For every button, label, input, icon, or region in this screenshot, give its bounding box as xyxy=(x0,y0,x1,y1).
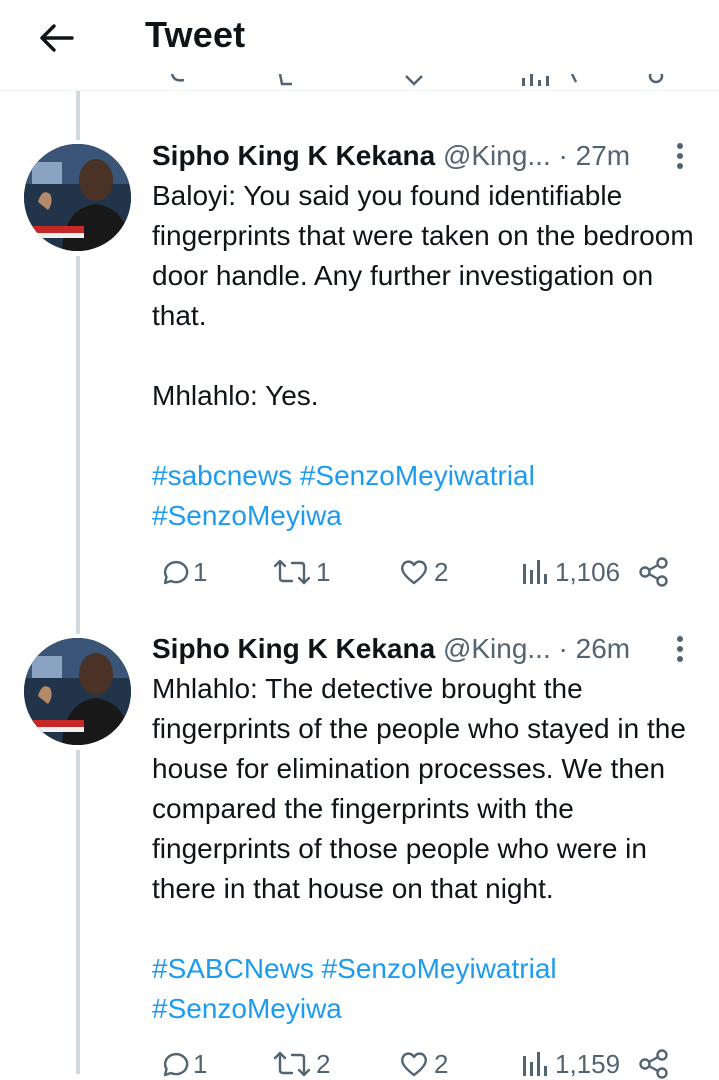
thread-line xyxy=(76,90,80,140)
thread-line xyxy=(76,256,80,634)
hashtag-line[interactable]: #SenzoMeyiwa xyxy=(152,500,342,531)
views-icon xyxy=(523,560,547,584)
author-handle[interactable]: @King... xyxy=(443,633,551,664)
more-options-button[interactable] xyxy=(668,632,692,666)
share-button[interactable] xyxy=(638,556,670,588)
tweet-paragraph: Mhlahlo: Yes. xyxy=(152,380,319,411)
hashtag-line[interactable]: #sabcnews #SenzoMeyiwatrial xyxy=(152,460,535,491)
views-count: 1,159 xyxy=(555,1048,621,1079)
tweet-text: Baloyi: You said you found identifiable … xyxy=(152,176,712,536)
views-count: 1,106 xyxy=(555,556,621,587)
tweet-paragraph: Mhlahlo: The detective brought the finge… xyxy=(152,673,686,904)
views-icon xyxy=(523,1052,547,1076)
retweet-count: 2 xyxy=(316,1048,331,1079)
author-name[interactable]: Sipho King K Kekana xyxy=(152,140,435,171)
like-button[interactable]: 2 xyxy=(398,556,448,588)
views-button[interactable]: 1,159 xyxy=(521,1048,620,1080)
avatar[interactable] xyxy=(24,144,131,251)
tweet-paragraph: Baloyi: You said you found identifiable … xyxy=(152,180,694,331)
hashtag-line[interactable]: #SenzoMeyiwa xyxy=(152,993,342,1024)
like-button[interactable]: 2 xyxy=(398,1048,448,1080)
share-icon xyxy=(639,1049,668,1079)
more-options-button[interactable] xyxy=(668,139,692,173)
previous-actions-fragment-icon xyxy=(170,74,664,86)
avatar-image xyxy=(24,144,131,251)
tweet-header: Sipho King K Kekana @King... · 27m xyxy=(152,139,630,173)
reply-count: 1 xyxy=(193,1048,208,1079)
reply-icon xyxy=(163,1052,189,1077)
tweet-text: Mhlahlo: The detective brought the finge… xyxy=(152,669,712,1029)
like-icon xyxy=(400,560,428,585)
avatar-image xyxy=(24,638,131,745)
like-icon xyxy=(400,1052,428,1077)
avatar[interactable] xyxy=(24,638,131,745)
hashtags: #sabcnews #SenzoMeyiwatrial #SenzoMeyiwa xyxy=(152,456,712,536)
previous-tweet-actions-peek xyxy=(160,74,680,90)
retweet-icon xyxy=(273,1051,311,1077)
retweet-icon xyxy=(273,559,311,585)
thread-line xyxy=(76,750,80,1074)
more-vertical-icon xyxy=(677,143,683,169)
share-button[interactable] xyxy=(638,1048,670,1080)
hashtag-line[interactable]: #SABCNews #SenzoMeyiwatrial xyxy=(152,953,557,984)
reply-button[interactable]: 1 xyxy=(157,1048,207,1080)
arrow-left-icon xyxy=(40,24,74,52)
page-title: Tweet xyxy=(145,14,246,55)
author-name[interactable]: Sipho King K Kekana xyxy=(152,633,435,664)
retweet-button[interactable]: 1 xyxy=(272,556,330,588)
more-vertical-icon xyxy=(677,636,683,662)
reply-count: 1 xyxy=(193,556,208,587)
tweet-header: Sipho King K Kekana @King... · 26m xyxy=(152,632,630,666)
tweet-time[interactable]: · 26m xyxy=(559,633,631,664)
views-button[interactable]: 1,106 xyxy=(521,556,620,588)
like-count: 2 xyxy=(434,556,449,587)
back-button[interactable] xyxy=(34,18,78,58)
retweet-button[interactable]: 2 xyxy=(272,1048,330,1080)
hashtags: #SABCNews #SenzoMeyiwatrial #SenzoMeyiwa xyxy=(152,949,712,1029)
author-handle[interactable]: @King... xyxy=(443,140,551,171)
like-count: 2 xyxy=(434,1048,449,1079)
retweet-count: 1 xyxy=(316,556,331,587)
reply-icon xyxy=(163,560,189,585)
share-icon xyxy=(639,557,668,587)
tweet-time[interactable]: · 27m xyxy=(559,140,631,171)
reply-button[interactable]: 1 xyxy=(157,556,207,588)
